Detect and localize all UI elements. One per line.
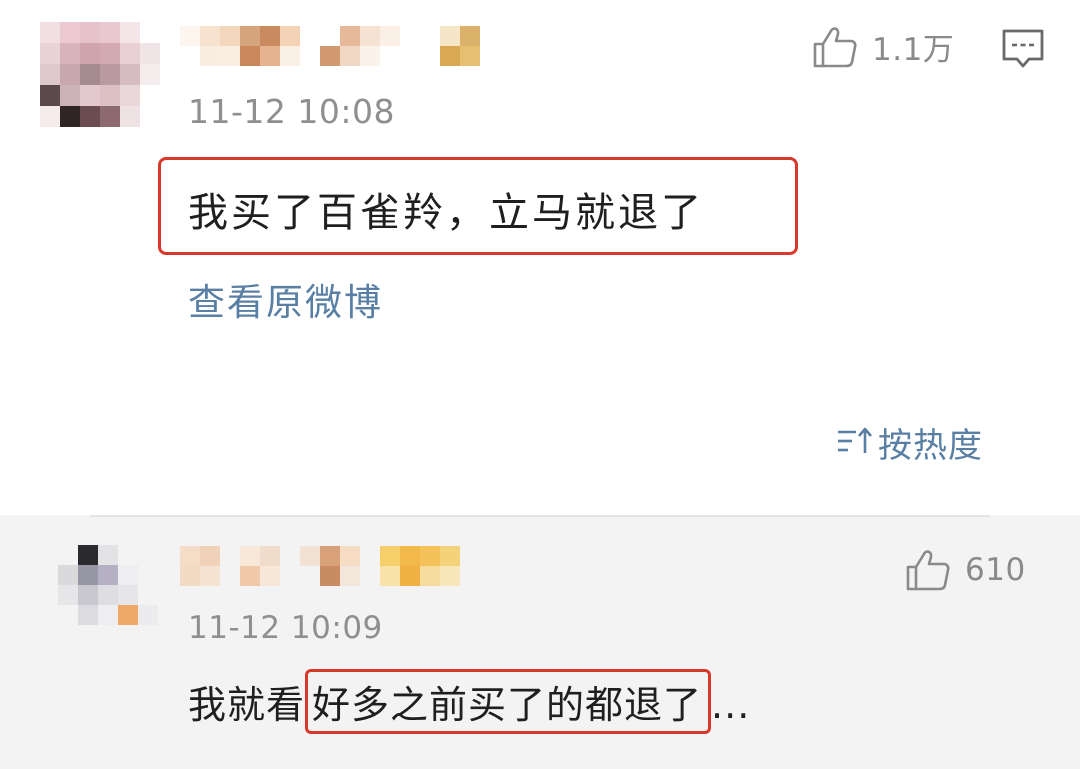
like-count: 1.1万 [872,32,955,68]
comment-bubble-icon [1001,29,1045,74]
comment-timestamp: 11-12 10:08 [188,92,395,131]
like-count: 610 [965,552,1026,588]
thumbs-up-icon [905,548,951,592]
view-original-link[interactable]: 查看原微博 [188,272,383,326]
like-button[interactable]: 1.1万 [812,24,954,69]
comment-text-suffix: ... [711,683,751,727]
reply-button[interactable] [1001,28,1045,74]
comment-text-prefix: 我就看 [188,683,306,727]
sort-label: 按热度 [878,426,983,466]
thumbs-up-icon [812,25,858,69]
highlight-box [158,157,798,255]
username[interactable] [180,546,460,586]
sort-lines-icon [836,426,874,460]
sort-button[interactable]: 按热度 [836,418,983,467]
like-button[interactable]: 610 [905,548,1026,592]
avatar[interactable] [40,22,160,127]
comment-text-highlight: 好多之前买了的都退了 [305,669,712,734]
username[interactable] [180,26,500,66]
comment-text: 我就看 好多之前买了的都退了... [188,669,751,734]
comment-timestamp: 11-12 10:09 [188,610,383,646]
divider [90,515,990,517]
avatar[interactable] [58,545,158,627]
